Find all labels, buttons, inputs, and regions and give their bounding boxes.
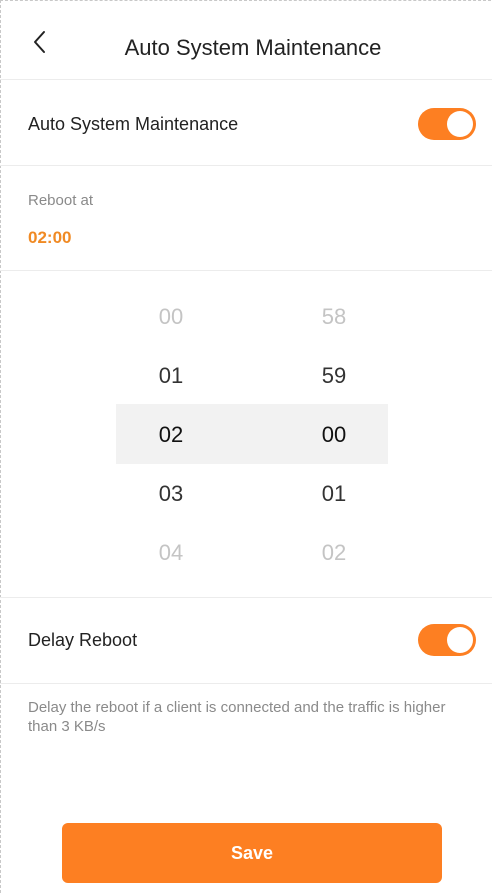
minute-option[interactable]: 02 — [294, 523, 374, 582]
hour-option[interactable]: 03 — [131, 464, 211, 523]
hour-wheel[interactable]: 00 01 02 03 04 — [131, 287, 211, 582]
reboot-time-value: 02:00 — [28, 228, 72, 247]
toggle-knob — [447, 627, 473, 653]
toggle-knob — [447, 111, 473, 137]
minute-option[interactable]: 59 — [294, 346, 374, 405]
header-bar: Auto System Maintenance — [0, 0, 492, 80]
page-title: Auto System Maintenance — [124, 35, 382, 60]
auto-maintenance-label: Auto System Maintenance — [28, 114, 239, 134]
hour-option[interactable]: 00 — [131, 287, 211, 346]
hour-option[interactable]: 01 — [131, 346, 211, 405]
delay-reboot-label: Delay Reboot — [28, 630, 138, 650]
minute-option[interactable]: 01 — [294, 464, 374, 523]
save-button[interactable]: Save — [62, 823, 442, 883]
minute-option[interactable]: 58 — [294, 287, 374, 346]
hour-option[interactable]: 04 — [131, 523, 211, 582]
minute-wheel[interactable]: 58 59 00 01 02 — [294, 287, 374, 582]
auto-maintenance-toggle[interactable] — [418, 108, 476, 140]
minute-option-selected[interactable]: 00 — [294, 405, 374, 464]
delay-reboot-row: Delay Reboot — [0, 598, 492, 684]
delay-reboot-toggle[interactable] — [418, 624, 476, 656]
auto-maintenance-row: Auto System Maintenance — [0, 80, 492, 166]
hour-option-selected[interactable]: 02 — [131, 405, 211, 464]
time-picker[interactable]: 00 01 02 03 04 58 59 00 01 02 — [0, 271, 492, 598]
reboot-time-row: Reboot at 02:00 — [0, 166, 492, 271]
reboot-at-label: Reboot at — [28, 192, 94, 209]
delay-reboot-description: Delay the reboot if a client is connecte… — [28, 699, 446, 735]
